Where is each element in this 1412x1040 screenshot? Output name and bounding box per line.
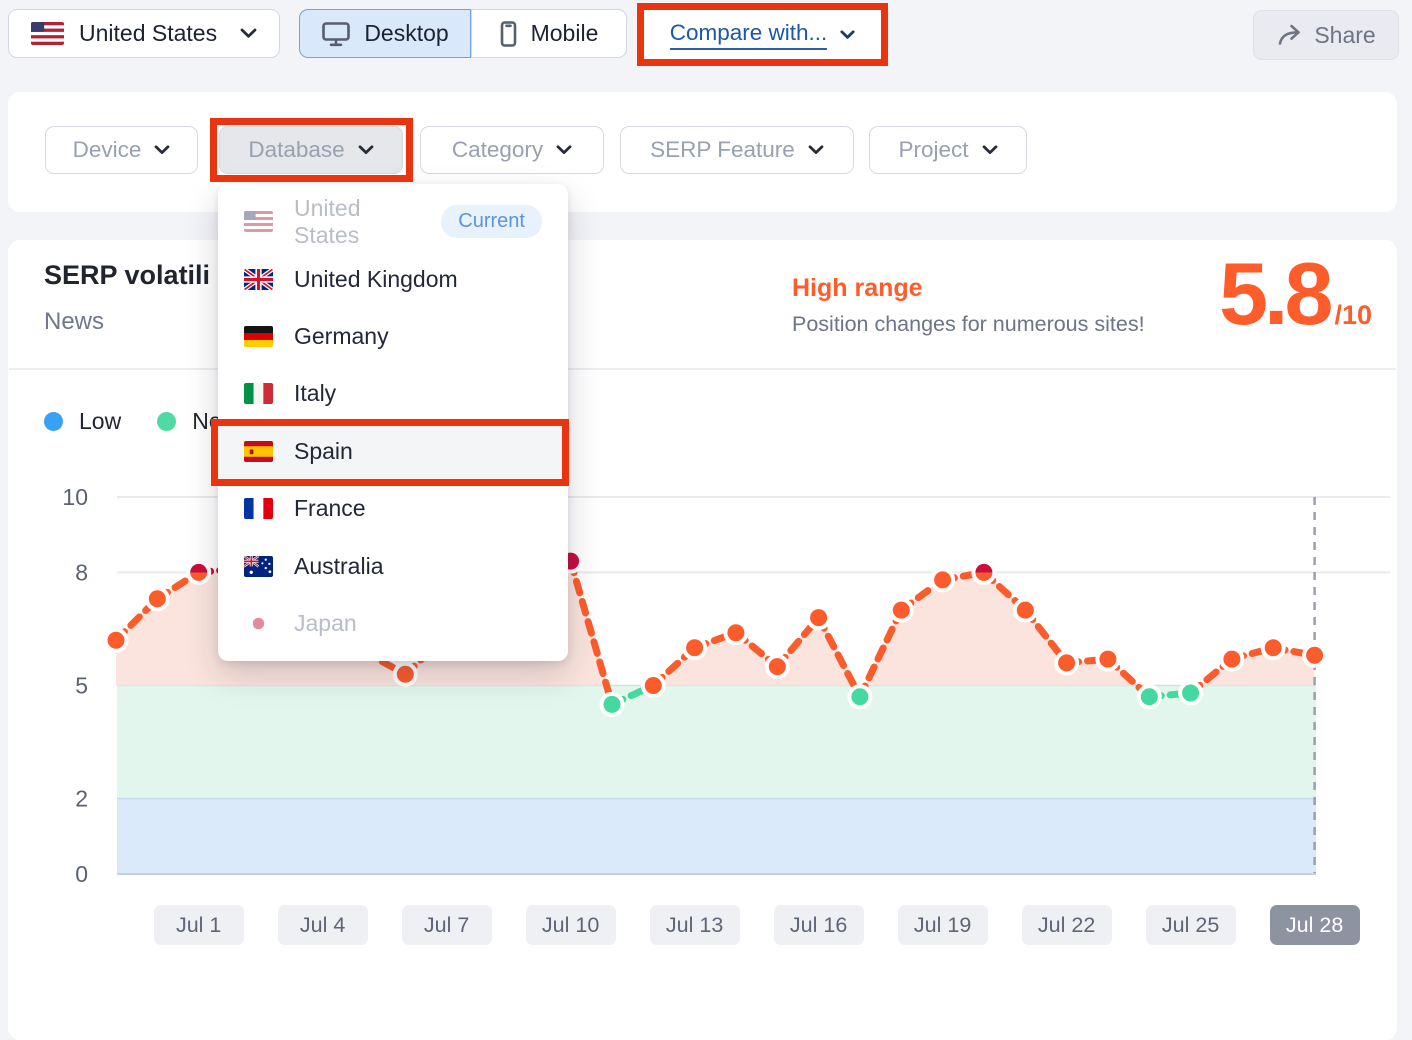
- dropdown-item-united-kingdom[interactable]: United Kingdom: [218, 250, 568, 307]
- desktop-icon: [321, 20, 351, 48]
- dropdown-item-spain[interactable]: Spain: [218, 423, 568, 480]
- share-label: Share: [1314, 22, 1375, 49]
- es-flag-icon: [244, 441, 273, 462]
- x-axis-label-jul-25[interactable]: Jul 25: [1146, 905, 1236, 945]
- filter-category-label: Category: [452, 137, 543, 163]
- dropdown-item-label: Germany: [294, 323, 389, 350]
- x-axis-label-jul-28[interactable]: Jul 28: [1270, 905, 1360, 945]
- x-axis-label-jul-1[interactable]: Jul 1: [154, 905, 244, 945]
- filter-database-label: Database: [248, 137, 344, 163]
- country-selector-label: United States: [79, 20, 225, 47]
- dropdown-item-japan: Japan: [218, 595, 568, 652]
- mobile-label: Mobile: [531, 20, 599, 47]
- semrush-sensor-page: { "topbar": { "country_selector": {"labe…: [0, 0, 1412, 994]
- dropdown-item-italy[interactable]: Italy: [218, 365, 568, 422]
- legend-item-low: Low: [44, 408, 121, 435]
- x-axis-label-jul-16[interactable]: Jul 16: [774, 905, 864, 945]
- filter-category-button[interactable]: Category: [420, 126, 604, 174]
- desktop-label: Desktop: [364, 20, 448, 47]
- it-flag-icon: [244, 383, 273, 404]
- database-dropdown-menu: United States Current United Kingdom German…: [218, 184, 568, 661]
- dropdown-item-france[interactable]: France: [218, 480, 568, 537]
- x-axis-label-jul-19[interactable]: Jul 19: [898, 905, 988, 945]
- chevron-down-icon[interactable]: [840, 30, 855, 40]
- x-axis-label-jul-13[interactable]: Jul 13: [650, 905, 740, 945]
- share-arrow-icon: [1276, 23, 1302, 47]
- dropdown-item-germany[interactable]: Germany: [218, 308, 568, 365]
- dropdown-item-label: United States: [294, 195, 420, 249]
- gb-flag-icon: [244, 269, 273, 290]
- chevron-down-icon: [240, 28, 257, 39]
- chevron-down-icon: [556, 145, 572, 155]
- filter-project-button[interactable]: Project: [869, 126, 1027, 174]
- category-subtitle: News: [44, 308, 104, 336]
- filter-project-label: Project: [898, 137, 968, 163]
- score-value: 5.8: [1219, 244, 1329, 343]
- dropdown-item-label: France: [294, 495, 366, 522]
- x-axis-label-jul-10[interactable]: Jul 10: [526, 905, 616, 945]
- filter-device-label: Device: [73, 137, 142, 163]
- us-flag-icon: [31, 22, 64, 45]
- normal-legend-dot-icon: [157, 412, 176, 431]
- filter-database-button[interactable]: Database: [219, 126, 403, 174]
- chevron-down-icon: [154, 145, 170, 155]
- us-flag-icon: [244, 211, 273, 232]
- dropdown-item-label: Japan: [294, 610, 357, 637]
- chevron-down-icon: [358, 145, 374, 155]
- x-axis-label-jul-22[interactable]: Jul 22: [1022, 905, 1112, 945]
- fr-flag-icon: [244, 498, 273, 519]
- filter-serp-feature-button[interactable]: SERP Feature: [620, 126, 854, 174]
- filter-serp-feature-label: SERP Feature: [650, 137, 795, 163]
- dropdown-item-label: United Kingdom: [294, 266, 458, 293]
- volatility-score: 5.8/10: [1219, 250, 1372, 338]
- de-flag-icon: [244, 326, 273, 347]
- dropdown-item-australia[interactable]: Australia: [218, 537, 568, 594]
- annotation-box-compare-with: Compare with...: [637, 3, 888, 66]
- au-flag-icon: [244, 556, 273, 577]
- score-max: /10: [1334, 300, 1372, 330]
- compare-with-link[interactable]: Compare with...: [670, 20, 828, 50]
- device-toggle-desktop[interactable]: Desktop: [299, 9, 471, 58]
- country-selector[interactable]: United States: [8, 9, 280, 58]
- volatility-status-label: High range: [792, 274, 923, 303]
- mobile-icon: [499, 20, 518, 48]
- legend-low-label: Low: [79, 408, 121, 435]
- x-axis-label-jul-7[interactable]: Jul 7: [402, 905, 492, 945]
- share-button[interactable]: Share: [1253, 10, 1399, 60]
- x-axis-label-jul-4[interactable]: Jul 4: [278, 905, 368, 945]
- low-legend-dot-icon: [44, 412, 63, 431]
- dropdown-item-united-states: United States Current: [218, 193, 568, 250]
- chevron-down-icon: [982, 145, 998, 155]
- dropdown-item-label: Spain: [294, 438, 353, 465]
- volatility-status-description: Position changes for numerous sites!: [792, 312, 1145, 337]
- device-toggle-mobile[interactable]: Mobile: [471, 9, 627, 58]
- dropdown-item-label: Italy: [294, 380, 336, 407]
- chart-legend: Low Nor: [44, 408, 229, 435]
- filter-device-button[interactable]: Device: [45, 126, 198, 174]
- dropdown-item-label: Australia: [294, 553, 383, 580]
- chevron-down-icon: [808, 145, 824, 155]
- current-badge: Current: [441, 205, 542, 238]
- jp-flag-icon: [244, 613, 273, 634]
- page-title: SERP volatili: [44, 260, 210, 291]
